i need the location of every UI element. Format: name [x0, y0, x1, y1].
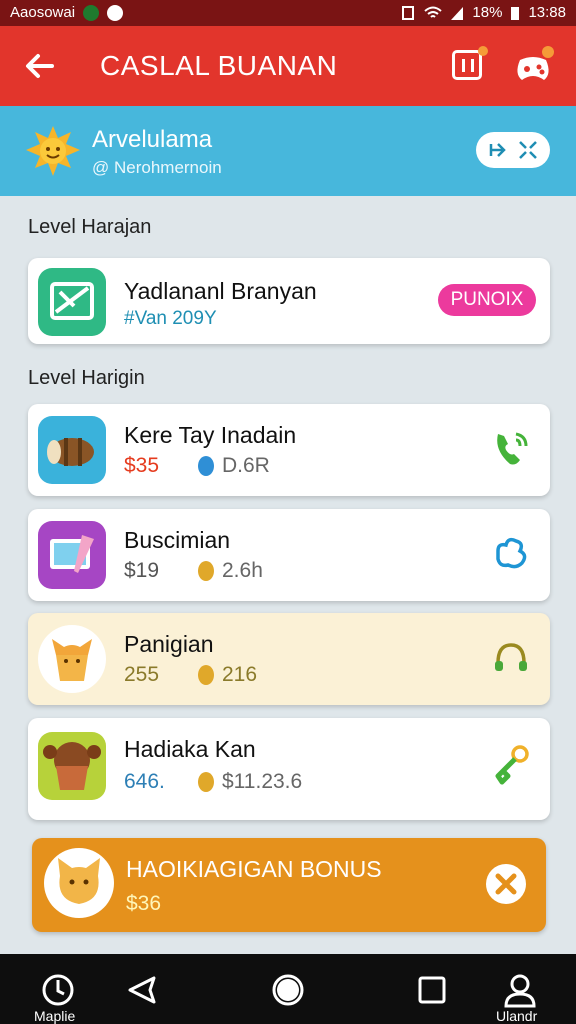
bonus-title: HAOIKIAGIGAN BONUS [126, 856, 382, 882]
profile-name: Arvelulama [92, 126, 213, 153]
barrel-icon [38, 416, 106, 484]
profile-banner: Arvelulama @ Nerohmernoin [0, 106, 576, 196]
cat-cupcake-icon [38, 625, 106, 693]
clock-nav-icon[interactable] [38, 970, 78, 1010]
phone-call-icon[interactable] [490, 428, 532, 470]
item-meta: $35 D.6R [124, 454, 270, 478]
battery-icon [511, 6, 520, 20]
puzzle-piece-icon[interactable] [490, 533, 532, 575]
drop-icon [198, 456, 214, 476]
profile-handle: @ Nerohmernoin [92, 158, 222, 177]
coin-icon [198, 772, 214, 792]
section-label-2: Level Harigin [28, 367, 145, 389]
bonus-claim-button[interactable] [486, 864, 526, 904]
coin-icon [198, 665, 214, 685]
sun-avatar-icon [26, 126, 80, 176]
item-coins: $11.23.6 [222, 770, 303, 793]
item-coins: 2.6h [222, 559, 263, 582]
bonus-value: $36 [126, 892, 162, 915]
status-bar: Aaosowai 18% 13:88 [0, 0, 576, 26]
tablet-pen-icon [38, 521, 106, 589]
headphones-icon[interactable] [490, 637, 532, 679]
status-left: Aaosowai [10, 4, 124, 21]
item-title: Hadiaka Kan [124, 736, 256, 762]
item-value: $35 [124, 454, 160, 477]
status-app-name: Aaosowai [10, 4, 76, 21]
status-right: 18% 13:88 [400, 4, 566, 21]
arrow-in-icon [489, 143, 506, 157]
back-arrow-icon[interactable] [22, 48, 58, 84]
controller-badge [542, 46, 554, 58]
featured-card[interactable]: Yadlananl Branyan #Van 209Y PUNOIX [28, 258, 550, 344]
app-title: CASLAL BUANAN [100, 50, 338, 81]
clock: 13:88 [528, 4, 566, 21]
close-x-icon [495, 873, 517, 895]
pause-board-icon[interactable] [452, 50, 482, 80]
signal-icon [451, 6, 464, 20]
item-coins: 216 [222, 663, 258, 686]
app-bar: CASLAL BUANAN [0, 26, 576, 106]
key-icon[interactable] [490, 744, 532, 786]
featured-pill-button[interactable]: PUNOIX [438, 284, 536, 316]
bonus-card[interactable]: HAOIKIAGIGAN BONUS $36 [32, 838, 546, 932]
item-meta: 646. $11.23.6 [124, 770, 302, 794]
battery-percent: 18% [472, 4, 503, 21]
featured-title: Yadlananl Branyan [124, 278, 317, 304]
wifi-icon [424, 6, 443, 18]
coin-icon [198, 561, 214, 581]
list-item[interactable]: Kere Tay Inadain $35 D.6R [28, 404, 550, 496]
home-circle-icon[interactable] [268, 970, 308, 1010]
item-title: Buscimian [124, 527, 231, 553]
section-label-1: Level Harajan [28, 216, 152, 238]
recents-square-icon[interactable] [412, 970, 452, 1010]
vibrate-icon [402, 5, 415, 20]
list-item[interactable]: Panigian 255 216 [28, 613, 550, 705]
featured-image-icon [38, 268, 106, 336]
item-meta: $19 2.6h [124, 559, 263, 583]
item-value: $19 [124, 559, 160, 582]
profile-action-button[interactable] [476, 132, 550, 168]
featured-subtitle: #Van 209Y [124, 308, 217, 329]
item-meta: 255 216 [124, 663, 257, 687]
item-title: Panigian [124, 631, 214, 657]
item-title: Kere Tay Inadain [124, 422, 297, 448]
item-value: 646. [124, 770, 165, 793]
muffin-icon [38, 732, 106, 800]
cat-face-icon [44, 848, 114, 918]
notification-badge [478, 46, 488, 56]
nav-label-left[interactable]: Maplie [34, 1008, 75, 1024]
list-item[interactable]: Hadiaka Kan 646. $11.23.6 [28, 718, 550, 820]
list-item[interactable]: Buscimian $19 2.6h [28, 509, 550, 601]
person-icon[interactable] [500, 970, 540, 1010]
back-triangle-icon[interactable] [124, 970, 164, 1010]
shrink-icon [519, 141, 537, 159]
item-coins: D.6R [222, 454, 270, 477]
item-value: 255 [124, 663, 160, 686]
app-notification-icon [83, 4, 100, 21]
nav-label-right[interactable]: Ulandr [496, 1008, 537, 1024]
heart-notification-icon [107, 4, 124, 21]
bottom-nav-bar: Maplie Ulandr [0, 954, 576, 1024]
